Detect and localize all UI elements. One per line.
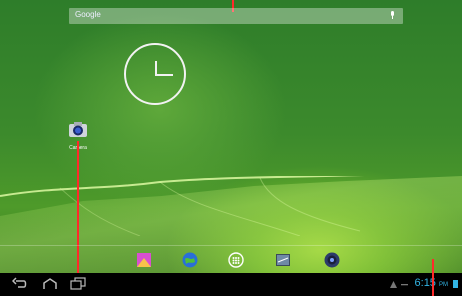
- battery-icon: [453, 280, 458, 288]
- browser-icon[interactable]: [182, 252, 198, 268]
- analog-clock-widget[interactable]: [124, 43, 186, 105]
- email-icon[interactable]: [275, 252, 291, 268]
- apps-icon[interactable]: [228, 252, 244, 268]
- annotation-pointer-clock: [432, 259, 434, 296]
- search-label: Google: [75, 10, 101, 19]
- camera-icon[interactable]: [324, 252, 340, 268]
- camera-app-icon: [69, 122, 87, 137]
- dock-divider: [0, 245, 462, 246]
- microphone-icon[interactable]: [390, 11, 395, 19]
- back-icon[interactable]: [12, 277, 28, 291]
- gallery-icon[interactable]: [136, 252, 152, 268]
- clock-minute-hand: [155, 74, 173, 76]
- system-navigation-bar: 6:15 PM: [0, 273, 462, 296]
- usb-icon: [401, 284, 408, 286]
- home-icon[interactable]: [42, 277, 58, 291]
- status-ampm: PM: [439, 282, 448, 288]
- warning-icon: [390, 281, 397, 288]
- recent-apps-icon[interactable]: [70, 277, 86, 291]
- leaf-edge: [0, 176, 367, 236]
- google-search-bar[interactable]: Google: [69, 8, 403, 24]
